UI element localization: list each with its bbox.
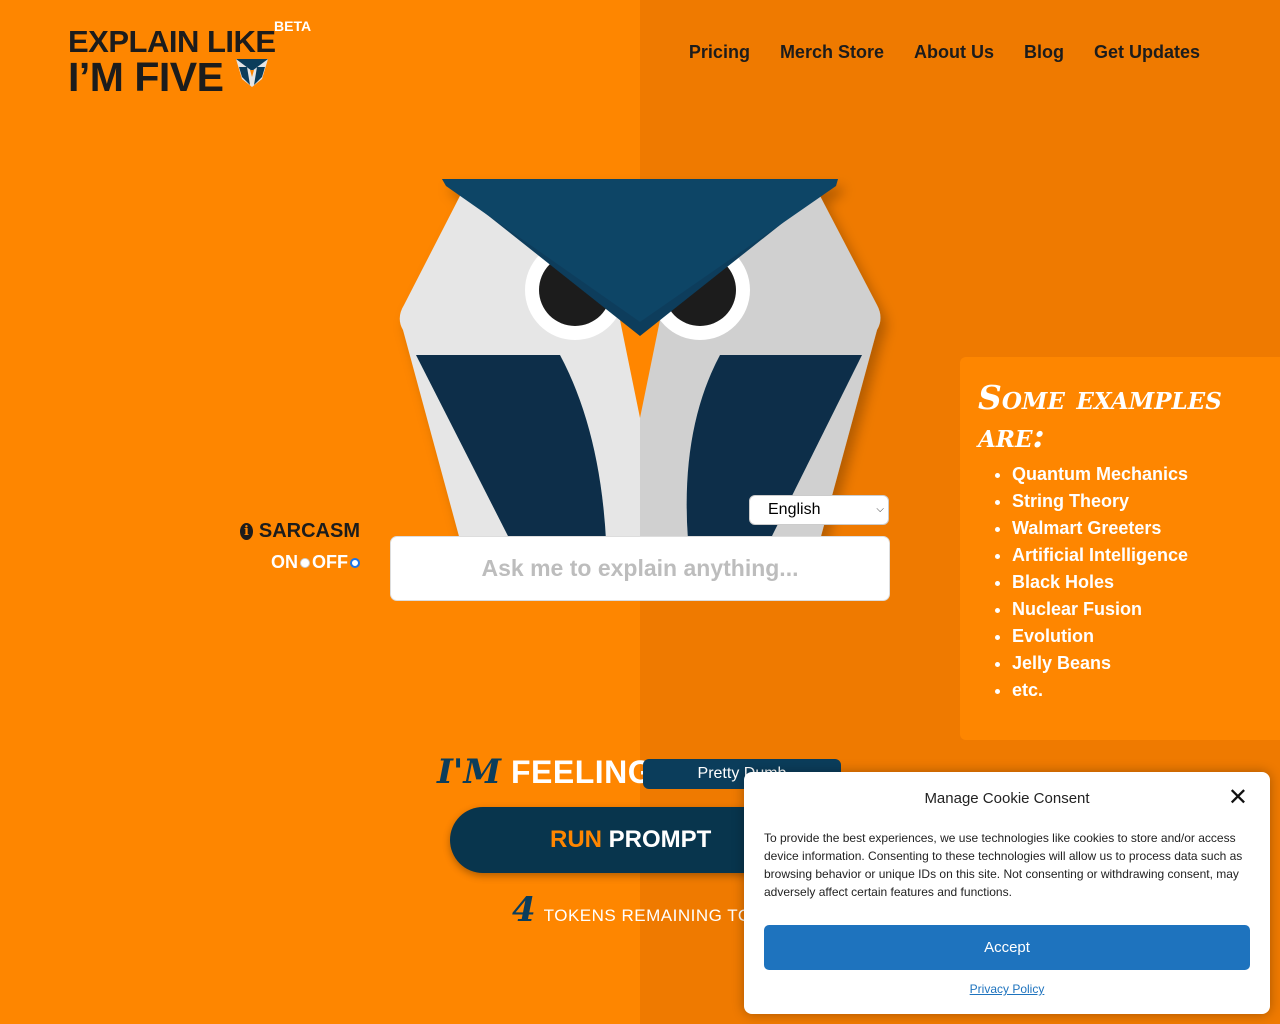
example-item[interactable]: Artificial Intelligence <box>1012 542 1262 569</box>
feeling-row: I'M FEELING <box>437 752 653 792</box>
info-icon[interactable]: i <box>240 523 253 540</box>
run-label: RUN <box>550 826 602 853</box>
sarcasm-off-radio[interactable] <box>350 557 360 568</box>
cookie-body: To provide the best experiences, we use … <box>764 831 1243 899</box>
tokens-text: TOKENS REMAINING TODAY <box>543 906 752 925</box>
example-item[interactable]: Black Holes <box>1012 569 1262 596</box>
example-item[interactable]: Evolution <box>1012 623 1262 650</box>
chevron-down-icon: ⌵ <box>876 504 884 515</box>
accept-button[interactable]: Accept <box>764 925 1250 970</box>
example-item[interactable]: String Theory <box>1012 488 1262 515</box>
run-prompt-button[interactable]: RUN PROMPT › <box>450 807 790 873</box>
feeling-im: I'M <box>437 752 501 792</box>
example-item[interactable]: Nuclear Fusion <box>1012 596 1262 623</box>
examples-list: Quantum Mechanics String Theory Walmart … <box>978 461 1262 704</box>
feeling-word: FEELING <box>510 753 654 790</box>
language-select[interactable]: English ⌵ <box>749 495 889 525</box>
cookie-consent-dialog: Manage Cookie Consent ✕ To provide the b… <box>744 772 1270 1014</box>
example-item[interactable]: etc. <box>1012 677 1262 704</box>
close-icon[interactable]: ✕ <box>1228 786 1248 810</box>
sarcasm-label: SARCASM <box>258 520 360 542</box>
cookie-title: Manage Cookie Consent <box>924 790 1090 807</box>
privacy-policy-link[interactable]: Privacy Policy <box>764 982 1250 996</box>
examples-heading: Some examples are: <box>978 378 1222 455</box>
sarcasm-off-label: OFF <box>312 552 348 572</box>
tokens-remaining: 4 TOKENS REMAINING TODAY <box>512 890 752 930</box>
prompt-placeholder: Ask me to explain anything... <box>481 555 799 581</box>
token-count: 4 <box>512 890 536 930</box>
language-selected: English <box>768 501 821 518</box>
example-item[interactable]: Walmart Greeters <box>1012 515 1262 542</box>
sarcasm-toggle: i SARCASM ON OFF <box>240 520 360 573</box>
sarcasm-on-label: ON <box>271 552 298 572</box>
examples-panel: Some examples are: Quantum Mechanics Str… <box>960 357 1280 740</box>
sarcasm-on-radio[interactable] <box>300 557 310 568</box>
example-item[interactable]: Jelly Beans <box>1012 650 1262 677</box>
prompt-input[interactable]: Ask me to explain anything... <box>390 536 890 601</box>
example-item[interactable]: Quantum Mechanics <box>1012 461 1262 488</box>
prompt-label: PROMPT <box>608 826 712 853</box>
